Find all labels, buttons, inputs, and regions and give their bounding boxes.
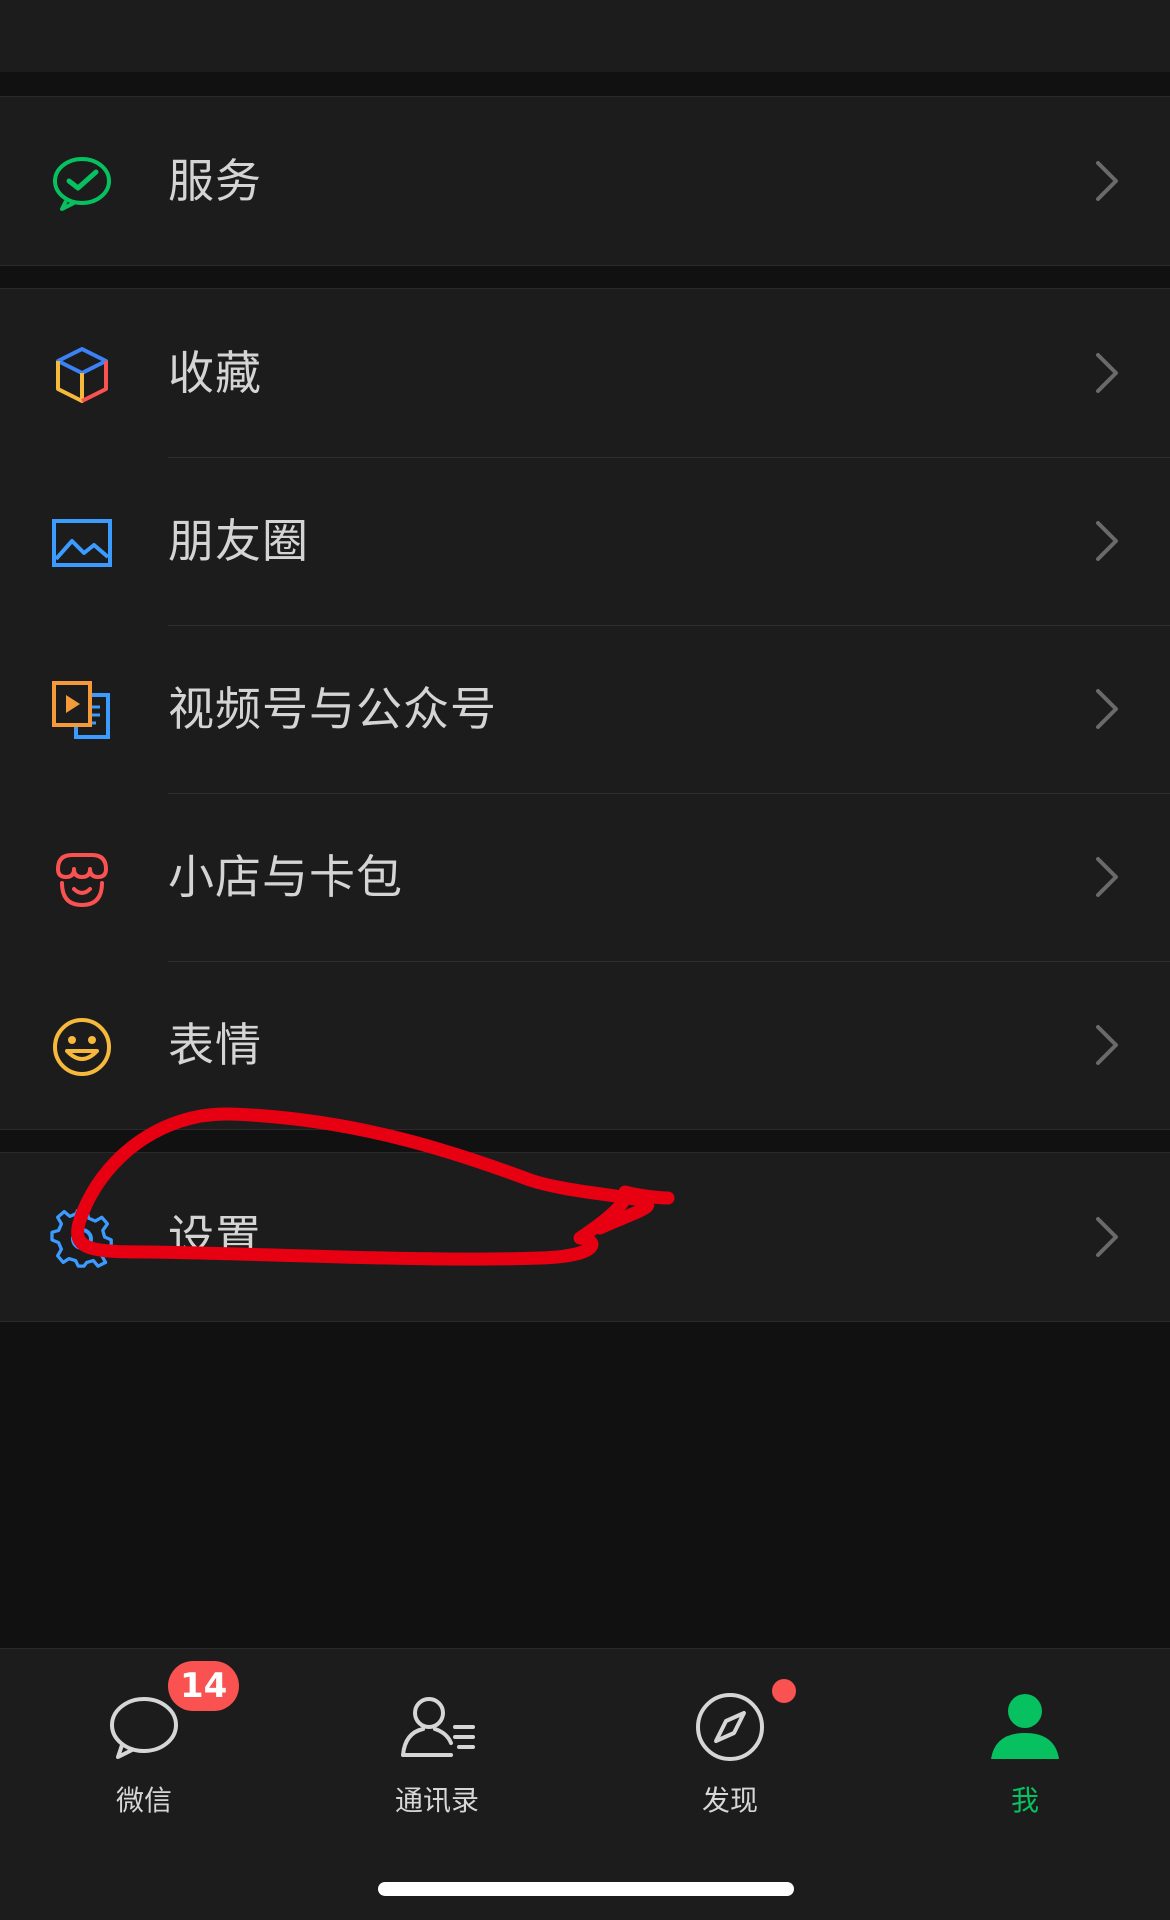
contacts-icon — [397, 1687, 477, 1767]
menu-item-favorites[interactable]: 收藏 — [0, 289, 1170, 457]
shop-icon — [50, 847, 114, 911]
menu-item-settings[interactable]: 设置 — [0, 1153, 1170, 1321]
compass-icon — [690, 1687, 770, 1767]
menu-item-moments[interactable]: 朋友圈 — [0, 457, 1170, 625]
notification-dot — [772, 1679, 796, 1703]
cube-icon — [50, 343, 114, 407]
menu-item-services[interactable]: 服务 — [0, 97, 1170, 265]
menu-item-label: 朋友圈 — [168, 514, 309, 568]
smile-icon — [50, 1015, 114, 1079]
chevron-right-icon — [1094, 1215, 1120, 1259]
tab-chats[interactable]: 14 微信 — [44, 1661, 244, 1819]
tab-label: 微信 — [115, 1784, 172, 1817]
menu-item-shop[interactable]: 小店与卡包 — [0, 793, 1170, 961]
person-icon — [985, 1687, 1065, 1767]
features-group: 收藏 朋友圈 视频号与公众号 小店与卡包 表情 — [0, 288, 1170, 1130]
settings-group: 设置 — [0, 1152, 1170, 1322]
tab-label: 通讯录 — [394, 1784, 479, 1817]
bottom-tab-bar: 14 微信 通讯录 发现 我 — [0, 1648, 1170, 1920]
menu-item-channels[interactable]: 视频号与公众号 — [0, 625, 1170, 793]
tab-me[interactable]: 我 — [925, 1679, 1125, 1819]
tab-contacts[interactable]: 通讯录 — [337, 1679, 537, 1819]
menu-item-label: 收藏 — [168, 346, 262, 400]
video-play-icon — [50, 679, 114, 743]
menu-item-label: 设置 — [168, 1210, 262, 1264]
me-screen: 服务 收藏 朋友圈 视频号与公众号 小店与卡包 表情 设置 14 微信 通讯录 … — [0, 0, 1170, 1920]
unread-badge: 14 — [168, 1661, 240, 1711]
tab-label: 我 — [1010, 1784, 1039, 1817]
menu-item-stickers[interactable]: 表情 — [0, 961, 1170, 1129]
chevron-right-icon — [1094, 687, 1120, 731]
chevron-right-icon — [1094, 159, 1120, 203]
menu-item-label: 表情 — [168, 1018, 262, 1072]
wechat-pay-check-icon — [50, 151, 114, 215]
chevron-right-icon — [1094, 519, 1120, 563]
chevron-right-icon — [1094, 1023, 1120, 1067]
gear-icon — [50, 1207, 114, 1271]
menu-item-label: 视频号与公众号 — [168, 682, 497, 736]
tab-discover[interactable]: 发现 — [630, 1679, 830, 1819]
profile-header-edge — [0, 0, 1170, 72]
chevron-right-icon — [1094, 351, 1120, 395]
chevron-right-icon — [1094, 855, 1120, 899]
tab-label: 发现 — [701, 1784, 758, 1817]
services-group: 服务 — [0, 96, 1170, 266]
image-icon — [50, 511, 114, 575]
menu-item-label: 服务 — [168, 154, 262, 208]
menu-item-label: 小店与卡包 — [168, 850, 403, 904]
home-indicator — [378, 1882, 794, 1896]
